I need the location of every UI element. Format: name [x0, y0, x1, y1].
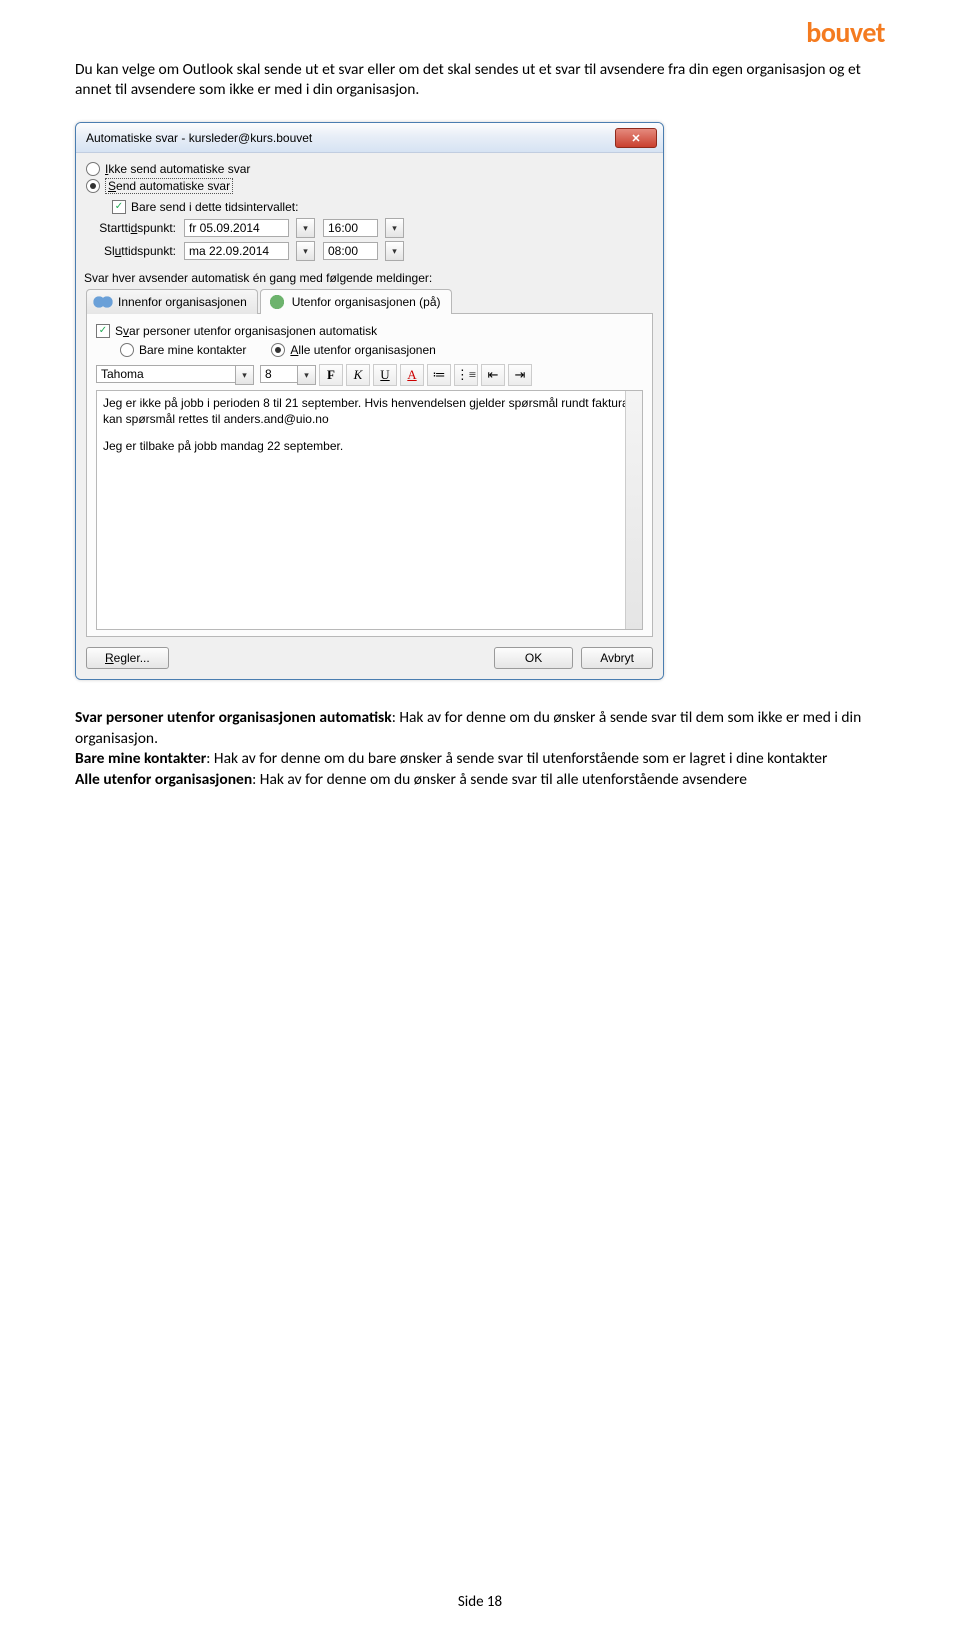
start-label: Starttidspunkt: — [86, 221, 176, 235]
end-label: Sluttidspunkt: — [86, 244, 176, 258]
italic-button[interactable]: K — [346, 364, 370, 386]
font-select[interactable]: Tahoma — [96, 365, 236, 383]
brand-logo: bouvet — [806, 15, 885, 50]
radio-my-contacts-label: Bare mine kontakter — [139, 343, 246, 357]
radio-do-not-send-label: Ikke send automatiske svar — [105, 162, 250, 176]
font-size-select[interactable]: 8 — [260, 365, 298, 383]
close-icon[interactable]: ✕ — [615, 128, 657, 148]
start-time-row: Starttidspunkt: fr 05.09.2014 ▾ 16:00 ▾ — [86, 218, 653, 238]
dialog-title: Automatiske svar - kursleder@kurs.bouvet — [86, 131, 312, 145]
bullets-button[interactable]: ≔ — [427, 364, 451, 386]
radio-icon — [86, 162, 100, 176]
message-textarea[interactable]: Jeg er ikke på jobb i perioden 8 til 21 … — [96, 390, 643, 630]
radio-send[interactable]: Send automatiske svar — [86, 177, 653, 195]
chevron-down-icon[interactable]: ▾ — [385, 218, 404, 238]
radio-my-contacts[interactable]: Bare mine kontakter — [120, 342, 246, 358]
start-time-input[interactable]: 16:00 — [323, 219, 378, 237]
radio-all-outside-label: Alle utenfor organisasjonen — [290, 343, 435, 357]
radio-all-outside[interactable]: Alle utenfor organisasjonen — [271, 342, 435, 358]
radio-do-not-send[interactable]: Ikke send automatiske svar — [86, 161, 653, 177]
tab-outside-label: Utenfor organisasjonen (på) — [292, 295, 441, 309]
chevron-down-icon[interactable]: ▾ — [296, 241, 315, 261]
auto-reply-dialog: Automatiske svar - kursleder@kurs.bouvet… — [75, 122, 664, 680]
tabs: Innenfor organisasjonen Utenfor organisa… — [86, 289, 653, 314]
message-line-1: Jeg er ikke på jobb i perioden 8 til 21 … — [103, 395, 636, 427]
checkbox-time-interval-label: Bare send i dette tidsintervallet: — [131, 200, 298, 214]
bold-button[interactable]: F — [319, 364, 343, 386]
rules-button[interactable]: Regler... — [86, 647, 169, 669]
tab-inside-label: Innenfor organisasjonen — [118, 295, 247, 309]
indent-button[interactable]: ⇥ — [508, 364, 532, 386]
checkbox-reply-outside[interactable]: Svar personer utenfor organisasjonen aut… — [96, 323, 643, 339]
radio-send-label: Send automatiske svar — [105, 178, 233, 194]
tab-outside-org[interactable]: Utenfor organisasjonen (på) — [260, 289, 452, 314]
start-date-input[interactable]: fr 05.09.2014 — [184, 219, 289, 237]
font-color-button[interactable]: A — [400, 364, 424, 386]
numbering-button[interactable]: ⋮≡ — [454, 364, 478, 386]
radio-icon — [120, 343, 134, 357]
chevron-down-icon[interactable]: ▾ — [297, 365, 316, 385]
end-date-input[interactable]: ma 22.09.2014 — [184, 242, 289, 260]
page-number: Side 18 — [0, 1593, 960, 1611]
chevron-down-icon[interactable]: ▾ — [235, 365, 254, 385]
format-toolbar: Tahoma▾ 8▾ F K U A ≔ ⋮≡ ⇤ ⇥ — [96, 364, 643, 386]
chevron-down-icon[interactable]: ▾ — [385, 241, 404, 261]
underline-button[interactable]: U — [373, 364, 397, 386]
message-line-2: Jeg er tilbake på jobb mandag 22 septemb… — [103, 438, 636, 454]
outdent-button[interactable]: ⇤ — [481, 364, 505, 386]
tab-inside-org[interactable]: Innenfor organisasjonen — [86, 289, 258, 314]
globe-icon — [267, 294, 287, 310]
intro-paragraph: Du kan velge om Outlook skal sende ut et… — [75, 0, 885, 100]
chevron-down-icon[interactable]: ▾ — [296, 218, 315, 238]
explanation-text: Svar personer utenfor organisasjonen aut… — [75, 708, 885, 790]
tab-outside-pane: Svar personer utenfor organisasjonen aut… — [86, 313, 653, 637]
reply-section-label: Svar hver avsender automatisk én gang me… — [84, 271, 653, 285]
end-time-input[interactable]: 08:00 — [323, 242, 378, 260]
checkbox-icon — [96, 324, 110, 338]
people-icon — [93, 294, 113, 310]
checkbox-time-interval[interactable]: Bare send i dette tidsintervallet: — [112, 199, 653, 215]
checkbox-reply-outside-label: Svar personer utenfor organisasjonen aut… — [115, 324, 377, 338]
dialog-titlebar: Automatiske svar - kursleder@kurs.bouvet… — [76, 123, 663, 153]
radio-icon — [271, 343, 285, 357]
radio-icon — [86, 179, 100, 193]
ok-button[interactable]: OK — [494, 647, 573, 669]
cancel-button[interactable]: Avbryt — [581, 647, 653, 669]
end-time-row: Sluttidspunkt: ma 22.09.2014 ▾ 08:00 ▾ — [86, 241, 653, 261]
checkbox-icon — [112, 200, 126, 214]
